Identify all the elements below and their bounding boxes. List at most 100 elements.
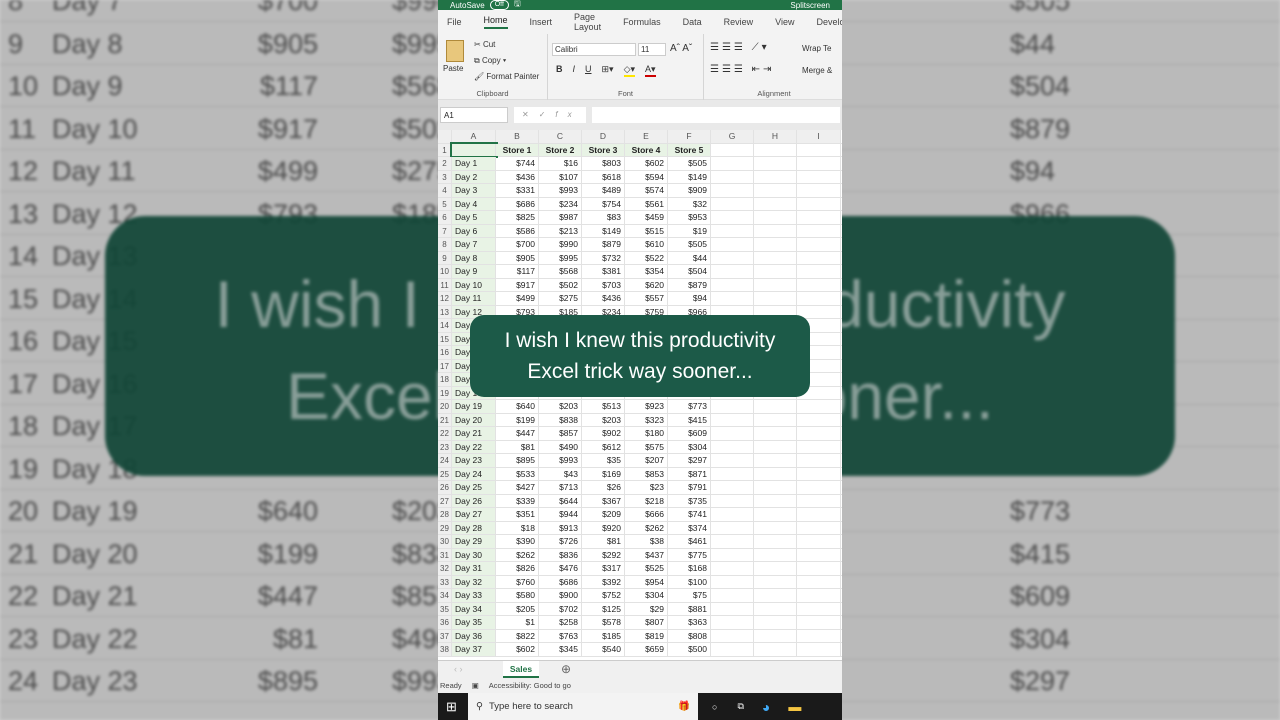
cell[interactable]: $505 <box>668 157 711 170</box>
row-number[interactable]: 1 <box>438 143 452 156</box>
cell[interactable]: Day 37 <box>452 643 496 656</box>
cell[interactable]: $612 <box>582 440 625 453</box>
cell[interactable]: $26 <box>582 481 625 494</box>
cell[interactable] <box>797 440 841 453</box>
cell[interactable]: $895 <box>496 454 539 467</box>
cell[interactable]: Day 1 <box>452 157 496 170</box>
cell[interactable] <box>711 643 754 656</box>
header-cell[interactable] <box>754 143 797 156</box>
cell[interactable] <box>797 521 841 534</box>
cell[interactable]: $16 <box>539 157 582 170</box>
cell[interactable]: $345 <box>539 643 582 656</box>
cell[interactable] <box>711 278 754 291</box>
cell[interactable] <box>711 224 754 237</box>
vertical-align-icons[interactable]: ☰☰☰ ⟋▾ <box>710 42 770 53</box>
cell[interactable] <box>754 265 797 278</box>
cell[interactable]: $490 <box>539 440 582 453</box>
cell[interactable]: $917 <box>496 278 539 291</box>
cell[interactable] <box>711 521 754 534</box>
row-number[interactable]: 7 <box>438 224 452 237</box>
cell[interactable]: $944 <box>539 508 582 521</box>
select-all-corner[interactable] <box>438 130 452 143</box>
row-number[interactable]: 8 <box>438 238 452 251</box>
cell[interactable]: $763 <box>539 629 582 642</box>
cell[interactable]: $476 <box>539 562 582 575</box>
cell[interactable]: $578 <box>582 616 625 629</box>
cell[interactable] <box>797 305 841 318</box>
cell[interactable] <box>797 278 841 291</box>
cell[interactable]: $987 <box>539 211 582 224</box>
cell[interactable]: $993 <box>539 184 582 197</box>
merge-button[interactable]: Merge & <box>802 66 832 75</box>
cell[interactable] <box>711 508 754 521</box>
column-header-A[interactable]: A <box>452 130 496 143</box>
cell[interactable] <box>711 292 754 305</box>
cell[interactable]: Day 32 <box>452 575 496 588</box>
cell[interactable] <box>711 184 754 197</box>
cell[interactable]: Day 7 <box>452 238 496 251</box>
header-cell[interactable]: Store 2 <box>539 143 582 156</box>
cell[interactable] <box>711 481 754 494</box>
cell[interactable]: $618 <box>582 170 625 183</box>
cell[interactable] <box>754 481 797 494</box>
cell[interactable]: $23 <box>625 481 668 494</box>
cell[interactable]: $447 <box>496 427 539 440</box>
cell[interactable]: $819 <box>625 629 668 642</box>
cell[interactable]: $81 <box>496 440 539 453</box>
cell[interactable] <box>754 629 797 642</box>
row-number[interactable]: 12 <box>438 292 452 305</box>
column-header-G[interactable]: G <box>711 130 754 143</box>
file-explorer-icon[interactable]: ▬ <box>788 699 801 714</box>
cell[interactable]: Day 28 <box>452 521 496 534</box>
column-header-C[interactable]: C <box>539 130 582 143</box>
row-number[interactable]: 27 <box>438 494 452 507</box>
cell[interactable] <box>797 562 841 575</box>
cell[interactable]: Day 27 <box>452 508 496 521</box>
row-number[interactable]: 19 <box>438 386 452 399</box>
paste-button[interactable]: Paste <box>443 64 463 73</box>
cell[interactable]: $415 <box>668 413 711 426</box>
cell[interactable]: $203 <box>582 413 625 426</box>
cell[interactable] <box>754 454 797 467</box>
formula-input[interactable] <box>592 107 840 123</box>
cell[interactable]: $666 <box>625 508 668 521</box>
header-cell[interactable] <box>711 143 754 156</box>
cell[interactable]: $713 <box>539 481 582 494</box>
cell[interactable] <box>797 575 841 588</box>
cell[interactable] <box>797 602 841 615</box>
cell[interactable]: $43 <box>539 467 582 480</box>
cell[interactable]: $38 <box>625 535 668 548</box>
cell[interactable]: $871 <box>668 467 711 480</box>
cell[interactable]: $107 <box>539 170 582 183</box>
cell[interactable]: $703 <box>582 278 625 291</box>
cell[interactable]: $513 <box>582 400 625 413</box>
cell[interactable] <box>754 238 797 251</box>
cell[interactable]: $374 <box>668 521 711 534</box>
cell[interactable]: $923 <box>625 400 668 413</box>
row-number[interactable]: 16 <box>438 346 452 359</box>
cell[interactable]: $149 <box>668 170 711 183</box>
cell[interactable]: $760 <box>496 575 539 588</box>
cell[interactable]: Day 9 <box>452 265 496 278</box>
cell[interactable]: Day 29 <box>452 535 496 548</box>
cell[interactable] <box>754 602 797 615</box>
cell[interactable]: $168 <box>668 562 711 575</box>
cell[interactable] <box>754 467 797 480</box>
column-header-D[interactable]: D <box>582 130 625 143</box>
cell[interactable] <box>711 400 754 413</box>
cell[interactable]: $437 <box>625 548 668 561</box>
cell[interactable]: $29 <box>625 602 668 615</box>
cell[interactable] <box>797 629 841 642</box>
cell[interactable]: $461 <box>668 535 711 548</box>
cell[interactable] <box>711 548 754 561</box>
cell[interactable]: $125 <box>582 602 625 615</box>
row-number[interactable]: 30 <box>438 535 452 548</box>
cell[interactable]: $732 <box>582 251 625 264</box>
cell[interactable]: Day 22 <box>452 440 496 453</box>
cell[interactable]: $580 <box>496 589 539 602</box>
cell[interactable]: $19 <box>668 224 711 237</box>
cell[interactable] <box>711 157 754 170</box>
cell[interactable]: $700 <box>496 238 539 251</box>
save-icon[interactable]: 🖫 <box>514 0 521 12</box>
cell[interactable] <box>711 575 754 588</box>
